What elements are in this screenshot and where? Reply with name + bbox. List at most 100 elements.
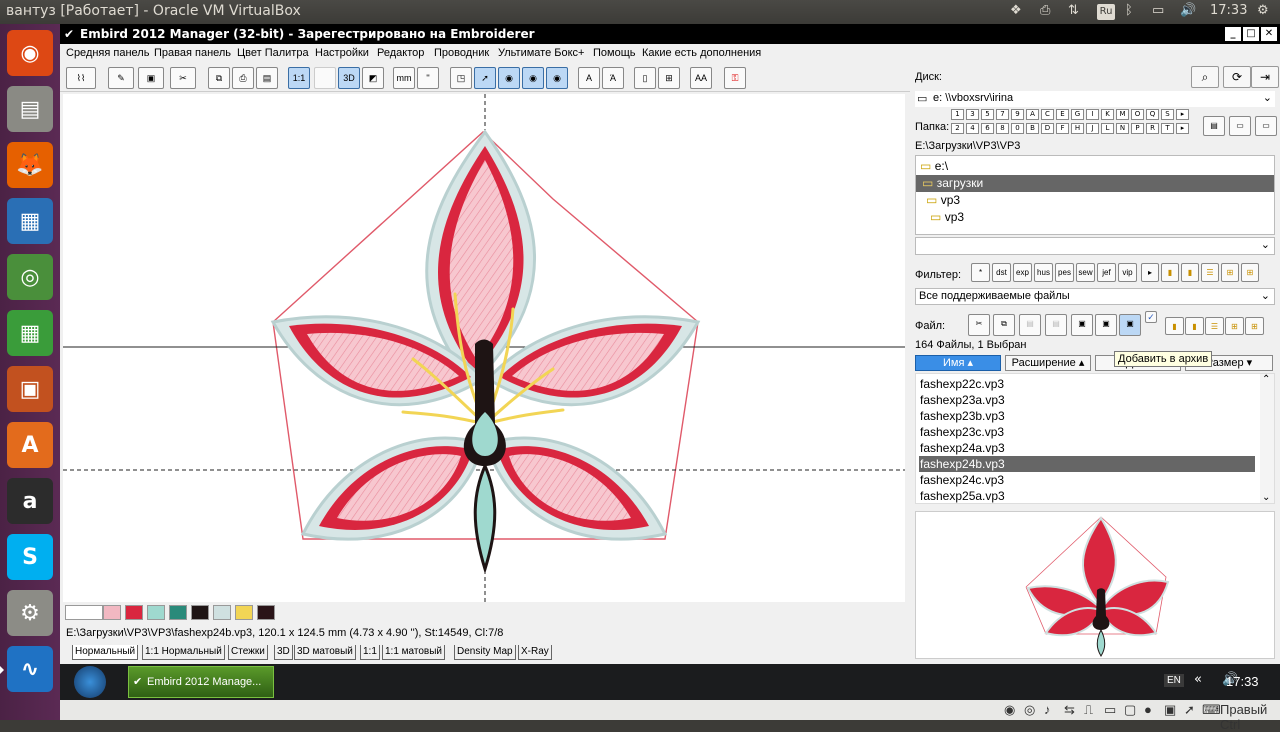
eye-view-icon[interactable]: ◉ xyxy=(498,67,520,89)
close-button[interactable]: ✕ xyxy=(1261,27,1277,41)
checkbox-icon[interactable]: ✓ xyxy=(1145,311,1157,323)
network-icon[interactable]: ⇆ xyxy=(1064,702,1075,718)
filter-type-button[interactable]: pes xyxy=(1055,263,1074,282)
view-small-icon[interactable]: ▮ xyxy=(1165,317,1184,335)
menu-middle-panel[interactable]: Средняя панель xyxy=(66,47,149,59)
view-medium-icon[interactable]: ▮ xyxy=(1185,317,1204,335)
column-extension[interactable]: Расширение ▴ xyxy=(1005,355,1091,371)
software-center-icon[interactable]: A xyxy=(7,422,53,468)
optical-drive-icon[interactable]: ◎ xyxy=(1024,702,1035,718)
edit-design-icon[interactable]: ✎ xyxy=(108,67,134,89)
dropbox-icon[interactable]: ❖ xyxy=(1010,3,1022,18)
tab-stitches[interactable]: Стежки xyxy=(228,645,268,660)
paste-icon[interactable]: ▤ xyxy=(1019,314,1041,336)
mouse-integration-icon[interactable]: ➚ xyxy=(1184,702,1195,718)
chromium-icon[interactable]: ◎ xyxy=(7,254,53,300)
folder-letter-key[interactable]: H xyxy=(1071,123,1084,134)
palette-swatch[interactable] xyxy=(125,605,143,620)
menu-explorer[interactable]: Проводник xyxy=(434,47,489,59)
folder-letter-key[interactable]: M xyxy=(1116,109,1129,120)
view-grid-icon[interactable]: ⊞ xyxy=(1221,263,1239,282)
start-button[interactable] xyxy=(74,666,106,698)
folder-letter-key[interactable]: 3 xyxy=(966,109,979,120)
text-style-icon[interactable]: Ά xyxy=(602,67,624,89)
new-folder-icon[interactable]: ▤ xyxy=(1203,116,1225,136)
tab-1-1-normal[interactable]: 1:1 Нормальный xyxy=(142,645,225,660)
zoom-1-1-button[interactable]: 1:1 xyxy=(288,67,310,89)
zoom-search-icon[interactable]: ⌕ xyxy=(1191,66,1219,88)
ubuntu-dash-icon[interactable]: ◉ xyxy=(7,30,53,76)
eye-view-3-icon[interactable]: ◉ xyxy=(546,67,568,89)
units-inch-button[interactable]: '' xyxy=(417,67,439,89)
power-gear-icon[interactable]: ⚙ xyxy=(1257,3,1269,18)
folder-letter-key[interactable]: 1 xyxy=(951,109,964,120)
pointer-tool-icon[interactable]: ➚ xyxy=(474,67,496,89)
folder-open-icon[interactable]: ▭ xyxy=(1255,116,1277,136)
volume-icon[interactable]: 🔊 xyxy=(1180,3,1196,18)
filter-type-button[interactable]: hus xyxy=(1034,263,1053,282)
tab-density-map[interactable]: Density Map xyxy=(454,645,516,660)
folder-letter-key[interactable]: T xyxy=(1161,123,1174,134)
hdd-icon[interactable]: ◉ xyxy=(1004,702,1015,718)
virtualbox-monitor-icon[interactable]: ∿ xyxy=(0,646,53,692)
filter-more-icon[interactable]: ▸ xyxy=(1141,263,1159,282)
add-to-archive-icon[interactable]: ▣ xyxy=(1119,314,1141,336)
wave-stitch-icon[interactable]: ⌇⌇ xyxy=(66,67,96,89)
folder-letter-key[interactable]: 9 xyxy=(1011,109,1024,120)
minimize-button[interactable]: _ xyxy=(1225,27,1241,41)
calc-icon[interactable]: ▦ xyxy=(7,310,53,356)
scroll-down-icon[interactable]: ⌄ xyxy=(1262,492,1270,503)
file-list-item[interactable]: fashexp23a.vp3 xyxy=(919,392,1255,408)
menu-help[interactable]: Помощь xyxy=(593,47,636,59)
folder-letter-key[interactable]: C xyxy=(1041,109,1054,120)
palette-swatch[interactable] xyxy=(235,605,253,620)
hoop-icon[interactable]: ◳ xyxy=(450,67,472,89)
tree-item-vp3-sub[interactable]: ▭ vp3 xyxy=(930,209,964,226)
file-list-item[interactable]: fashexp23c.vp3 xyxy=(919,424,1255,440)
tab-3d[interactable]: 3D xyxy=(274,645,293,660)
copy-icon[interactable]: ⧉ xyxy=(993,314,1015,336)
column-name[interactable]: Имя ▴ xyxy=(915,355,1001,371)
menu-settings[interactable]: Настройки xyxy=(315,47,369,59)
view-large-grid-icon[interactable]: ⊞ xyxy=(1241,263,1259,282)
guest-lang-indicator[interactable]: EN xyxy=(1164,674,1184,687)
folder-letter-key[interactable]: E xyxy=(1056,109,1069,120)
view-list-icon[interactable]: ☰ xyxy=(1201,263,1219,282)
folder-letter-key[interactable]: N xyxy=(1116,123,1129,134)
filter-type-button[interactable]: exp xyxy=(1013,263,1032,282)
file-list-item[interactable]: fashexp24a.vp3 xyxy=(919,440,1255,456)
tab-1-1-matte[interactable]: 1:1 матовый xyxy=(382,645,446,660)
network-transfer-icon[interactable]: ⇅ xyxy=(1068,3,1079,18)
filter-type-button[interactable]: vip xyxy=(1118,263,1137,282)
exit-icon[interactable]: ⇥ xyxy=(1251,66,1279,88)
folder-letter-key[interactable]: 7 xyxy=(996,109,1009,120)
firefox-icon[interactable]: 🦊 xyxy=(7,142,53,188)
filter-type-button[interactable]: sew xyxy=(1076,263,1095,282)
view-large-grid-icon[interactable]: ⊞ xyxy=(1245,317,1264,335)
tree-item-downloads[interactable]: ▭ загрузки xyxy=(916,175,1274,192)
tab-x-ray[interactable]: X-Ray xyxy=(518,645,552,660)
delete-icon[interactable]: ▤ xyxy=(1045,314,1067,336)
usb-icon[interactable]: ⎍ xyxy=(1084,702,1093,718)
folder-letter-key[interactable]: B xyxy=(1026,123,1039,134)
eye-view-2-icon[interactable]: ◉ xyxy=(522,67,544,89)
folder-letter-key[interactable]: F xyxy=(1056,123,1069,134)
folder-letter-key[interactable]: R xyxy=(1146,123,1159,134)
system-settings-icon[interactable]: ⚙ xyxy=(7,590,53,636)
cut-icon[interactable]: ✂ xyxy=(968,314,990,336)
cpu-icon[interactable]: ▣ xyxy=(1164,702,1176,718)
folder-letters-arrow-icon[interactable]: ▸ xyxy=(1176,109,1189,120)
menu-addons[interactable]: Какие есть дополнения xyxy=(642,47,761,59)
video-capture-icon[interactable]: ● xyxy=(1144,702,1152,717)
scroll-up-icon[interactable]: ⌃ xyxy=(1262,374,1270,385)
folder-letter-key[interactable]: 0 xyxy=(1011,123,1024,134)
folder-letter-key[interactable]: 5 xyxy=(981,109,994,120)
move-icon[interactable]: ▣ xyxy=(1071,314,1093,336)
tab-3d-matte[interactable]: 3D матовый xyxy=(294,645,356,660)
tab-normal[interactable]: Нормальный xyxy=(72,645,139,660)
folder-letters-arrow-icon[interactable]: ▸ xyxy=(1176,123,1189,134)
keyboard-layout-indicator[interactable]: Ru xyxy=(1097,4,1115,20)
view-medium-icon[interactable]: ▮ xyxy=(1181,263,1199,282)
units-mm-button[interactable]: mm xyxy=(393,67,415,89)
maximize-button[interactable]: □ xyxy=(1243,27,1259,41)
